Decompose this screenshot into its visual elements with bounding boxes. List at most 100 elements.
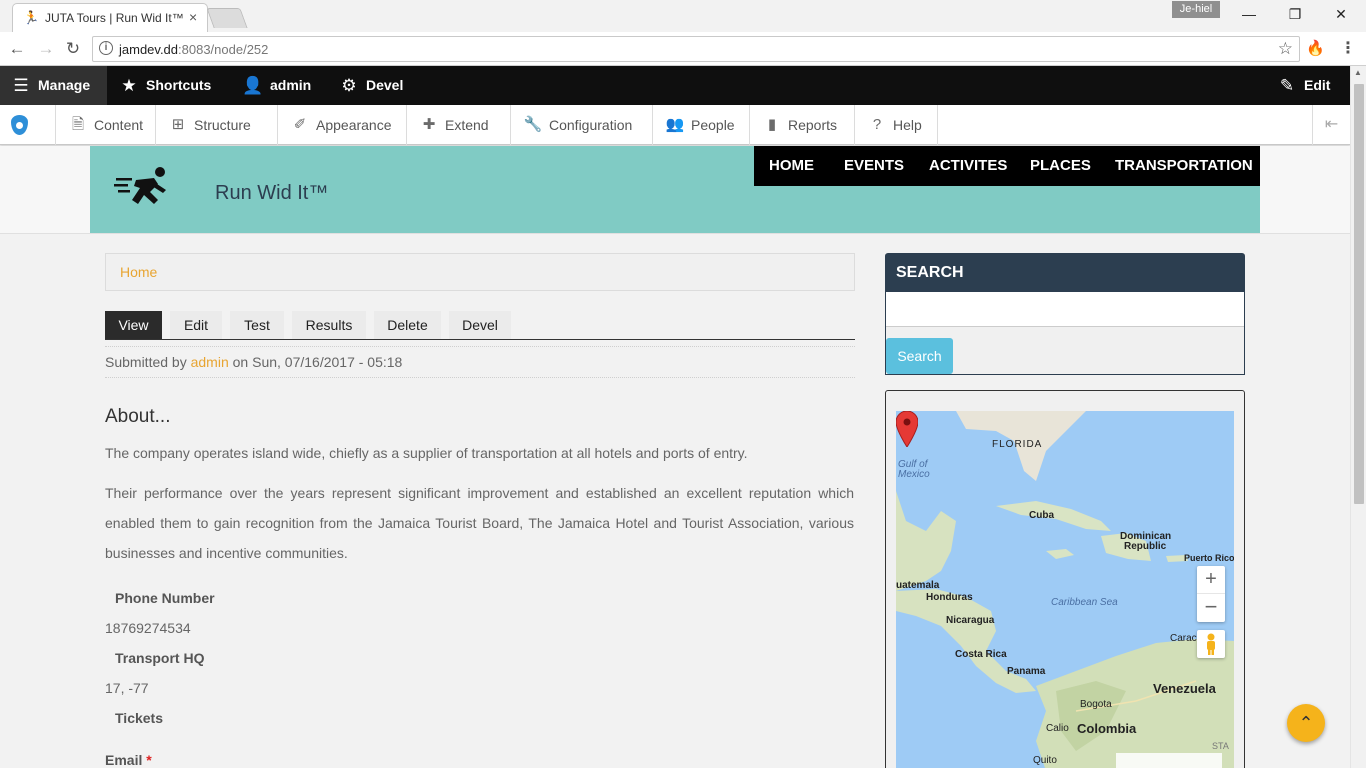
map-label-cuba: Cuba — [1029, 510, 1054, 521]
extension-icon[interactable]: 🔥 — [1306, 40, 1325, 58]
map-label-calio: Calio — [1046, 723, 1069, 734]
page-viewport: ☰ Manage ★ Shortcuts 👤 admin ⚙ Devel ✎ Edit 🗎… — [0, 66, 1350, 768]
tab-devel[interactable]: Devel — [449, 311, 511, 339]
page-title: About... — [105, 406, 171, 427]
zoom-out-button[interactable]: − — [1197, 594, 1225, 622]
toolbar-edit[interactable]: ✎ Edit — [1276, 66, 1331, 105]
map-land-shapes — [896, 411, 1234, 768]
back-icon[interactable]: ← — [6, 38, 28, 60]
drupal-drop-icon — [11, 115, 28, 135]
breadcrumb-home[interactable]: Home — [120, 264, 157, 280]
drupal-logo[interactable] — [0, 105, 56, 145]
zoom-in-button[interactable]: + — [1197, 566, 1225, 594]
map-label-colombia: Colombia — [1077, 721, 1137, 736]
admin-toolbar: ☰ Manage ★ Shortcuts 👤 admin ⚙ Devel ✎ Edit — [0, 66, 1350, 105]
tray-item-reports[interactable]: ▮ Reports — [750, 105, 855, 145]
browser-titlebar: 🏃 JUTA Tours | Run Wid It™ × Je-hiel — ❐… — [0, 0, 1366, 32]
collapse-tray-icon[interactable]: ⇤ — [1312, 105, 1350, 145]
nav-home[interactable]: HOME — [769, 146, 814, 186]
nav-transportation[interactable]: TRANSPORTATION — [1115, 146, 1253, 186]
tray-item-appearance[interactable]: ✐ Appearance — [278, 105, 407, 145]
tray-item-extend[interactable]: ✚ Extend — [407, 105, 511, 145]
hamburger-icon: ☰ — [13, 76, 29, 95]
hq-label: Transport HQ — [115, 650, 205, 666]
toolbar-manage[interactable]: ☰ Manage — [0, 66, 107, 105]
phone-label: Phone Number — [115, 590, 215, 606]
hq-value: 17, -77 — [105, 680, 149, 696]
tray-item-content[interactable]: 🗎 Content — [56, 105, 156, 145]
wrench-icon: 🔧 — [523, 116, 543, 133]
tab-results[interactable]: Results — [292, 311, 366, 339]
new-tab-button[interactable] — [206, 8, 248, 28]
map-marker-icon[interactable] — [896, 411, 918, 447]
nav-activites[interactable]: ACTIVITES — [929, 146, 1007, 186]
toolbar-shortcuts[interactable]: ★ Shortcuts — [118, 66, 211, 105]
about-paragraph-1: The company operates island wide, chiefl… — [105, 445, 748, 461]
map-label-panama: Panama — [1007, 666, 1046, 677]
gear-icon: ⚙ — [341, 76, 357, 95]
main-nav: HOME EVENTS ACTIVITES PLACES TRANSPORTAT… — [754, 146, 1260, 186]
reload-icon[interactable]: ↻ — [62, 38, 84, 60]
tab-view[interactable]: View — [105, 311, 162, 339]
tray-item-structure[interactable]: ⊞ Structure — [156, 105, 278, 145]
street-view-pegman-icon[interactable] — [1197, 630, 1225, 658]
nav-places[interactable]: PLACES — [1030, 146, 1091, 186]
map-label-puerto-rico: Puerto Rico — [1184, 553, 1234, 563]
url-text: jamdev.dd:8083/node/252 — [119, 42, 269, 57]
google-map[interactable]: FLORIDA Gulf of Mexico Cuba Dominican Re… — [896, 411, 1234, 768]
user-icon: 👤 — [242, 76, 264, 95]
browser-tab[interactable]: 🏃 JUTA Tours | Run Wid It™ × — [12, 3, 208, 32]
back-to-top-button[interactable]: ⌃ — [1287, 704, 1325, 742]
local-tabs: View Edit Test Results Delete Devel — [105, 310, 855, 340]
brush-icon: ✐ — [293, 116, 307, 133]
admin-tray: 🗎 Content ⊞ Structure ✐ Appearance ✚ Extend … — [0, 105, 1350, 145]
tab-edit[interactable]: Edit — [170, 311, 222, 339]
address-bar: ← → ↻ i jamdev.dd:8083/node/252 ☆ 🔥 ⋮ — [0, 32, 1366, 66]
structure-icon: ⊞ — [171, 116, 185, 133]
forward-icon[interactable]: → — [35, 38, 57, 60]
profile-badge[interactable]: Je-hiel — [1172, 1, 1220, 18]
breadcrumb: Home — [105, 253, 855, 291]
bar-chart-icon: ▮ — [767, 116, 777, 133]
document-icon: 🗎 — [71, 116, 85, 133]
star-icon[interactable]: ☆ — [1278, 39, 1293, 59]
email-label: Email * — [105, 752, 152, 768]
map-label-bogota: Bogota — [1080, 699, 1112, 710]
nav-events[interactable]: EVENTS — [844, 146, 904, 186]
map-label-gulf-2: Mexico — [898, 469, 930, 480]
page-scrollbar[interactable]: ▲ — [1350, 66, 1366, 768]
people-icon: 👥 — [665, 116, 685, 133]
map-footer-overlay — [1116, 753, 1222, 768]
map-label-nicaragua: Nicaragua — [946, 615, 995, 626]
about-paragraph-2: Their performance over the years represe… — [105, 485, 854, 561]
search-input[interactable] — [886, 292, 1244, 327]
site-name[interactable]: Run Wid It™ — [215, 182, 328, 205]
submitted-info: Submitted by admin on Sun, 07/16/2017 - … — [105, 346, 855, 378]
map-label-sta: STA — [1212, 741, 1229, 751]
restore-button[interactable]: ❐ — [1272, 4, 1318, 24]
search-title: SEARCH — [886, 254, 1244, 292]
search-button[interactable]: Search — [886, 338, 953, 374]
map-label-quito: Quito — [1033, 755, 1057, 766]
scroll-up-icon[interactable]: ▲ — [1354, 68, 1362, 77]
tray-item-people[interactable]: 👥 People — [653, 105, 750, 145]
url-input[interactable]: i jamdev.dd:8083/node/252 ☆ — [92, 36, 1300, 62]
tab-title: JUTA Tours | Run Wid It™ — [45, 11, 184, 25]
runner-logo-icon[interactable] — [114, 164, 174, 212]
tab-delete[interactable]: Delete — [374, 311, 441, 339]
menu-icon[interactable]: ⋮ — [1340, 39, 1356, 59]
toolbar-user[interactable]: 👤 admin — [242, 66, 311, 105]
map-label-caribbean: Caribbean Sea — [1051, 597, 1118, 608]
tray-item-configuration[interactable]: 🔧 Configuration — [511, 105, 653, 145]
toolbar-devel[interactable]: ⚙ Devel — [338, 66, 403, 105]
info-icon[interactable]: i — [99, 41, 113, 55]
author-link[interactable]: admin — [191, 354, 229, 370]
map-label-dominican-2: Republic — [1124, 541, 1167, 552]
scrollbar-thumb[interactable] — [1354, 84, 1364, 504]
close-window-button[interactable]: ✕ — [1318, 4, 1364, 24]
tab-close-icon[interactable]: × — [189, 9, 197, 25]
minimize-button[interactable]: — — [1226, 4, 1272, 24]
tray-item-help[interactable]: ? Help — [855, 105, 938, 145]
tab-test[interactable]: Test — [230, 311, 284, 339]
site-header: Run Wid It™ HOME EVENTS ACTIVITES PLACES… — [90, 146, 1260, 233]
